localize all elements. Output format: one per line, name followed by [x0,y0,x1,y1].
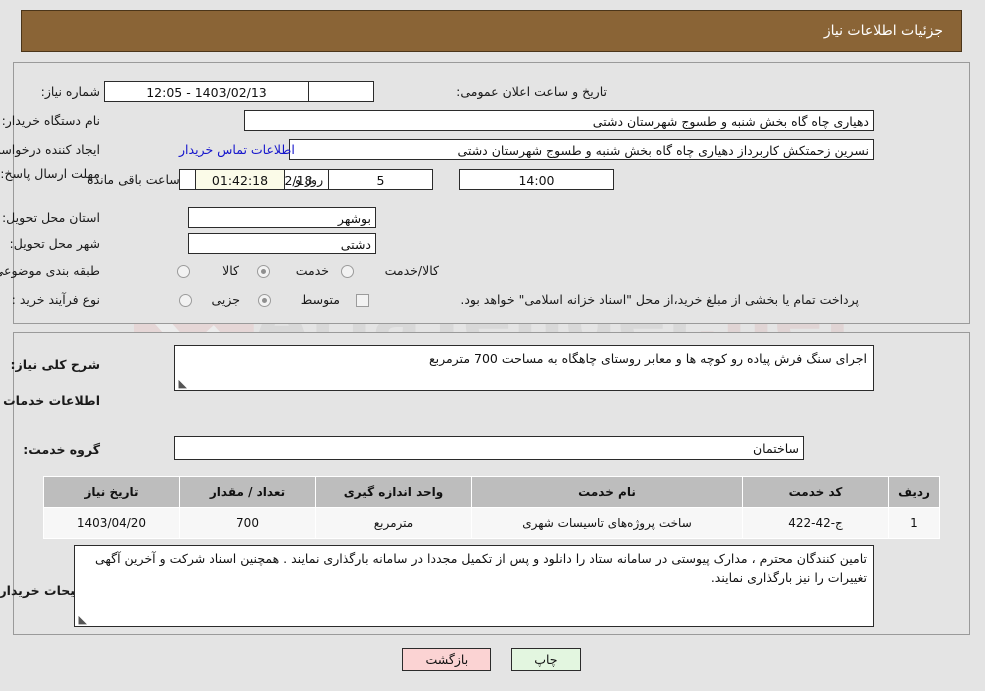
resize-grip-icon[interactable]: ◣ [178,378,188,389]
province-label: استان محل تحویل: [2,210,101,225]
category-radio-kala[interactable] [178,265,191,278]
buyer-notes-value: تامین کنندگان محترم ، مدارک پیوستی در سا… [95,551,868,585]
col-qty: تعداد / مقدار [180,476,317,508]
buyer-org-label: نام دستگاه خریدار: [2,113,101,128]
deadline-days-field[interactable]: 5 [329,169,434,190]
services-table: ردیف کد خدمت نام خدمت واحد اندازه گیری ت… [44,476,941,539]
purchase-type-radio-motavaset[interactable] [259,294,272,307]
deadline-countdown-field: 01:42:18 [196,169,286,190]
cell-date: 1403/04/20 [44,507,181,539]
category-option-label-0: کالا [223,263,240,278]
purchase-type-option-label-0: جزیی [212,292,241,307]
purchase-type-label: نوع فرآیند خرید : [12,292,101,307]
buyer-org-field[interactable]: دهیاری چاه گاه بخش شنبه و طسوج شهرستان د… [245,110,875,131]
back-button[interactable]: بازگشت [403,648,493,671]
islamic-treasury-label: پرداخت تمام یا بخشی از مبلغ خرید،از محل … [461,292,860,307]
public-announce-field[interactable]: 1403/02/13 - 12:05 [105,81,310,102]
col-date: تاریخ نیاز [44,476,181,508]
purchase-type-option-label-1: متوسط [301,292,341,307]
city-label: شهر محل تحویل: [10,236,101,251]
col-name: نام خدمت [472,476,744,508]
table-row[interactable]: 1 ج-42-422 ساخت پروژه‌های تاسیسات شهری م… [44,507,941,539]
col-radif: ردیف [889,476,941,508]
province-field[interactable]: بوشهر [189,207,377,228]
general-desc-textarea[interactable]: اجرای سنگ فرش پیاده رو کوچه ها و معابر ر… [175,345,875,391]
requester-label: ایجاد کننده درخواست: [0,142,101,157]
col-code: کد خدمت [743,476,890,508]
requester-field[interactable]: نسرین زحمتکش کاربرداز دهیاری چاه گاه بخش… [290,139,875,160]
page-title: جزئیات اطلاعات نیاز [824,23,944,39]
table-header-row: ردیف کد خدمت نام خدمت واحد اندازه گیری ت… [44,476,941,508]
page-header-bar: جزئیات اطلاعات نیاز [22,10,963,52]
deadline-days-suffix: روز و [296,172,325,187]
general-desc-value: اجرای سنگ فرش پیاده رو کوچه ها و معابر ر… [429,351,868,366]
cell-radif: 1 [889,507,941,539]
deadline-countdown-suffix: ساعت باقی مانده [88,172,181,187]
cell-unit: مترمربع [316,507,473,539]
purchase-type-radio-jozii[interactable] [180,294,193,307]
services-table-wrapper: ردیف کد خدمت نام خدمت واحد اندازه گیری ت… [44,476,941,539]
category-radio-khedmat[interactable] [258,265,271,278]
buyer-notes-textarea[interactable]: تامین کنندگان محترم ، مدارک پیوستی در سا… [75,545,875,627]
cell-qty: 700 [180,507,317,539]
category-option-label-1: خدمت [296,263,330,278]
general-desc-label: شرح کلی نیاز: [11,357,101,372]
cell-code: ج-42-422 [743,507,890,539]
category-label: طبقه بندی موضوعی: [0,263,101,278]
city-field[interactable]: دشتی [189,233,377,254]
category-option-label-2: کالا/خدمت [385,263,440,278]
buyer-contact-link[interactable]: اطلاعات تماس خریدار [180,142,296,157]
need-number-label: شماره نیاز: [41,84,101,99]
service-group-label: گروه خدمت: [24,442,101,457]
service-info-heading: اطلاعات خدمات مورد نیاز [0,393,101,408]
category-radio-kala-khedmat[interactable] [342,265,355,278]
islamic-treasury-checkbox[interactable] [357,294,370,307]
resize-grip-icon[interactable]: ◣ [78,614,88,625]
service-group-field[interactable]: ساختمان [175,436,805,460]
col-unit: واحد اندازه گیری [316,476,473,508]
deadline-time-field[interactable]: 14:00 [460,169,615,190]
public-announce-label: تاریخ و ساعت اعلان عمومی: [457,84,608,99]
print-button[interactable]: چاپ [512,648,582,671]
cell-name: ساخت پروژه‌های تاسیسات شهری [472,507,744,539]
action-button-bar: بازگشت چاپ [0,648,985,671]
